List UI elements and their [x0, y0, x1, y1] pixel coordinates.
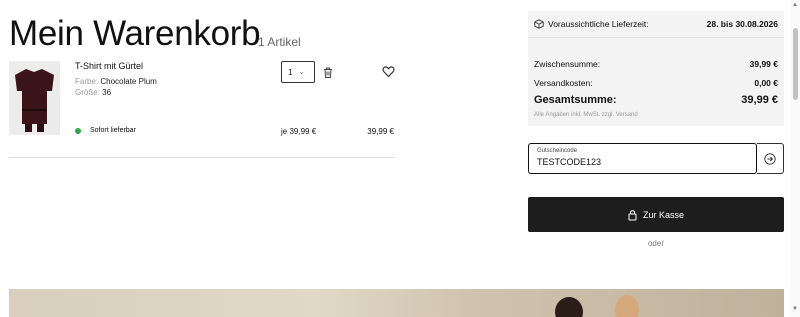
subtotal-row: Zwischensumme: 39,99 € [534, 59, 778, 69]
promo-banner-image[interactable] [9, 289, 784, 317]
total-value: 39,99 € [741, 94, 778, 106]
product-size: Größe: 36 [75, 88, 111, 97]
trash-icon[interactable] [322, 66, 334, 79]
delivery-value: 28. bis 30.08.2026 [706, 19, 778, 29]
total-label: Gesamtsumme: [534, 94, 617, 106]
line-total: 39,99 € [367, 127, 394, 136]
voucher-input[interactable]: Gutscheincode TESTCODE123 [528, 143, 757, 174]
tax-note: Alle Angaben inkl. MwSt. zzgl. Versand [534, 112, 638, 118]
checkout-label: Zur Kasse [642, 209, 684, 220]
or-separator: oder [647, 239, 664, 248]
delivery-label: Voraussichtliche Lieferzeit: [548, 19, 649, 29]
quantity-select[interactable]: 1 ⌄ [281, 61, 315, 83]
product-color: Farbe: Chocolate Plum [75, 77, 157, 86]
item-divider [9, 157, 395, 158]
color-value: Chocolate Plum [100, 77, 157, 86]
scroll-up-icon[interactable]: ▲ [792, 2, 798, 8]
scrollbar-thumb[interactable] [793, 28, 798, 100]
quantity-value: 1 [288, 67, 293, 77]
voucher-value[interactable]: TESTCODE123 [537, 157, 748, 167]
voucher-label: Gutscheincode [537, 148, 578, 154]
availability-text: Sofort lieferbar [90, 127, 136, 134]
subtotal-value: 39,99 € [749, 59, 778, 69]
size-value: 36 [102, 88, 112, 97]
scroll-down-icon[interactable]: ▼ [792, 306, 798, 312]
product-name[interactable]: T-Shirt mit Gürtel [75, 61, 143, 71]
order-summary: Voraussichtliche Lieferzeit: 28. bis 30.… [528, 11, 784, 126]
availability-dot-icon [75, 128, 81, 134]
shipping-label: Versandkosten: [534, 78, 593, 88]
shipping-value: 0,00 € [754, 78, 778, 88]
delivery-row: Voraussichtliche Lieferzeit: 28. bis 30.… [534, 17, 778, 31]
checkout-button[interactable]: Zur Kasse [528, 197, 784, 232]
color-label: Farbe: [75, 77, 99, 86]
shipping-row: Versandkosten: 0,00 € [534, 78, 778, 88]
page-title: Mein Warenkorb [9, 14, 261, 53]
lock-icon [628, 209, 637, 220]
product-image[interactable] [9, 61, 60, 135]
size-label: Größe: [75, 88, 100, 97]
voucher-submit-button[interactable] [757, 143, 784, 174]
item-count: 1 Artikel [258, 35, 301, 49]
chevron-down-icon: ⌄ [298, 69, 305, 76]
total-row: Gesamtsumme: 39,99 € [534, 94, 778, 106]
package-icon [534, 19, 544, 29]
scrollbar[interactable]: ▲ ▼ [791, 0, 800, 317]
summary-divider [528, 37, 784, 38]
subtotal-label: Zwischensumme: [534, 59, 601, 69]
arrow-right-circle-icon [764, 152, 776, 165]
unit-price: je 39,99 € [281, 127, 317, 136]
heart-icon[interactable] [382, 65, 395, 78]
